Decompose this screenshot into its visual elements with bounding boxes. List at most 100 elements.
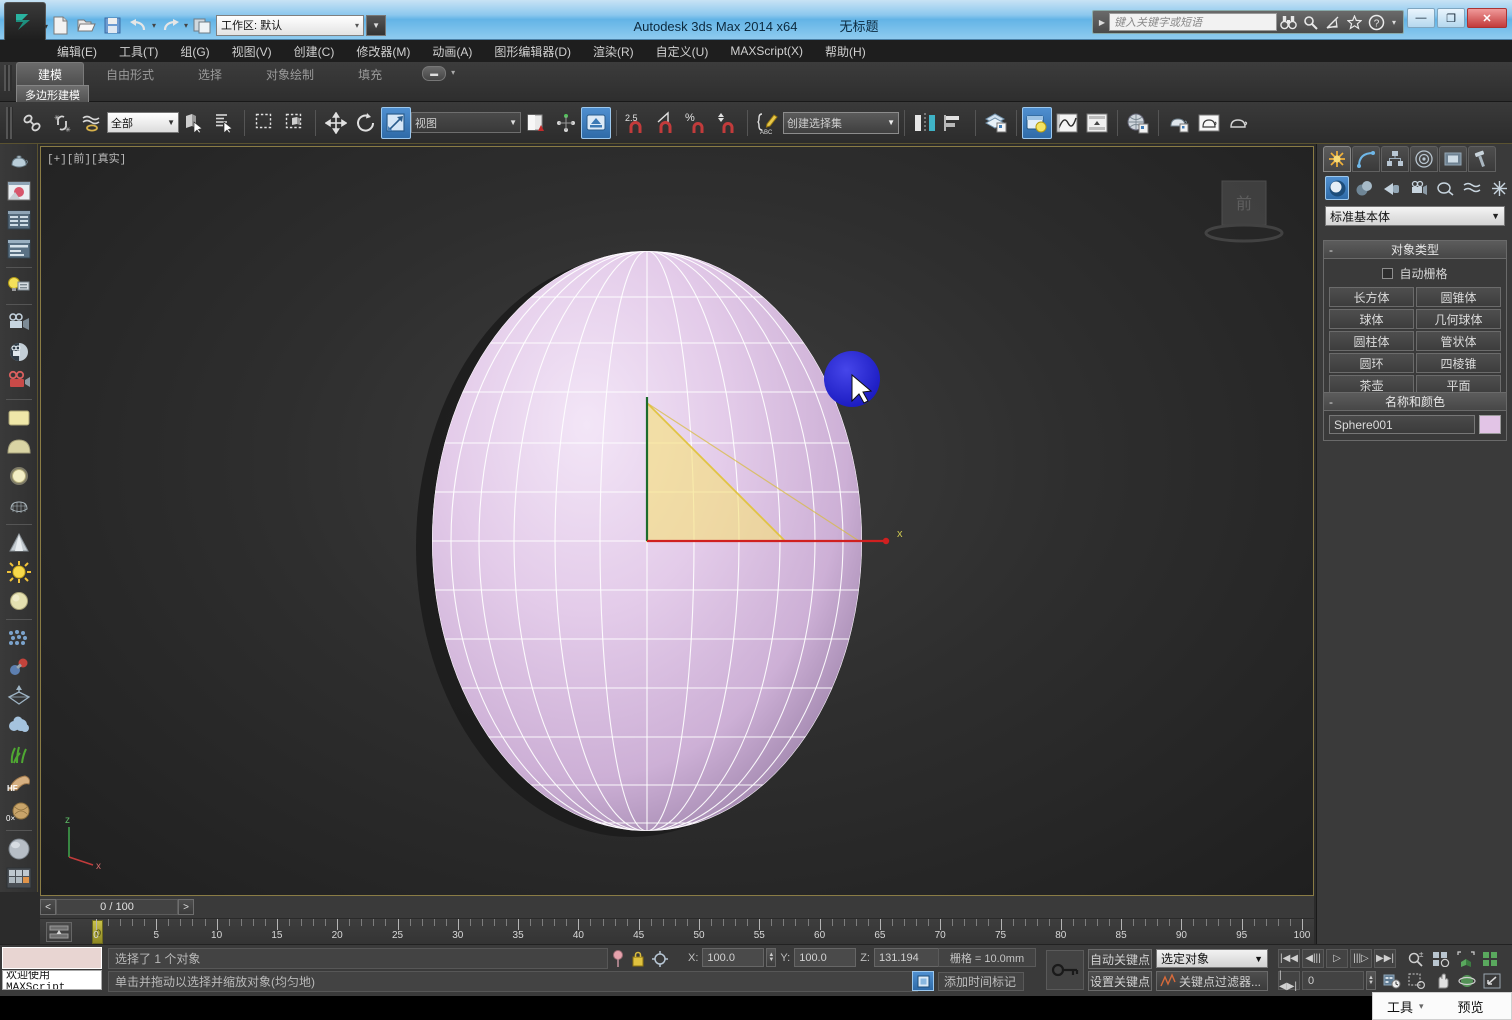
cloud-icon[interactable] <box>3 711 35 739</box>
open-file-icon[interactable] <box>74 13 98 37</box>
curve-editor-icon[interactable] <box>1052 107 1082 139</box>
previous-frame-arrow[interactable]: < <box>40 899 56 915</box>
lights-icon[interactable] <box>1379 176 1403 200</box>
bind-to-spacewarp-icon[interactable] <box>77 107 107 139</box>
time-tag-icon[interactable] <box>912 971 934 991</box>
ribbon-tab-freeform[interactable]: 自由形式 <box>84 62 176 87</box>
deflector-icon[interactable] <box>3 682 35 710</box>
cameras-icon[interactable] <box>1406 176 1430 200</box>
object-name-input[interactable]: Sphere001 <box>1329 415 1475 434</box>
schematic-view-icon[interactable] <box>1082 107 1112 139</box>
wire-teapot-icon[interactable] <box>3 492 35 520</box>
angle-snap-toggle-icon[interactable] <box>652 107 682 139</box>
material-editor-icon[interactable] <box>1022 106 1052 139</box>
create-cone-button[interactable]: 圆锥体 <box>1416 287 1501 307</box>
mirror-icon[interactable] <box>910 107 940 139</box>
tools-chevron-down-icon[interactable]: ▾ <box>1419 1001 1424 1012</box>
layout-panel-icon[interactable] <box>3 235 35 263</box>
help-icon[interactable]: ? <box>1365 12 1387 32</box>
cone-object-icon[interactable] <box>3 529 35 557</box>
menu-item-group[interactable]: 组(G) <box>169 41 220 62</box>
shapes-icon[interactable] <box>1352 176 1376 200</box>
named-selection-sets-dropdown[interactable]: 创建选择集 ▼ <box>783 111 899 134</box>
workspace-dropdown-button[interactable]: ▼ <box>366 14 387 36</box>
time-configuration-icon[interactable] <box>1380 971 1403 990</box>
select-and-rotate-icon[interactable] <box>351 107 381 139</box>
teapot-primitive-icon[interactable] <box>3 148 35 176</box>
current-frame-field[interactable]: 0 <box>1302 971 1364 990</box>
selection-filter-dropdown[interactable]: 全部 ▼ <box>107 112 179 133</box>
select-and-scale-icon[interactable] <box>381 106 411 139</box>
object-type-collapse-icon[interactable]: - <box>1329 243 1333 257</box>
toolbar-grip[interactable] <box>6 106 13 139</box>
redo-icon[interactable] <box>158 13 182 37</box>
zero-particle-icon[interactable]: 0× <box>3 798 35 826</box>
menu-item-animation[interactable]: 动画(A) <box>421 41 483 62</box>
viewport-canvas[interactable]: x z x 前 <box>41 147 1313 895</box>
render-setup-icon[interactable] <box>1123 107 1153 139</box>
use-transform-coordinate-center-icon[interactable] <box>581 106 611 139</box>
key-mode-icon[interactable] <box>1046 950 1084 990</box>
render-iterative-icon[interactable] <box>1164 107 1194 139</box>
autogrid-row[interactable]: 自动栅格 <box>1329 265 1501 282</box>
list-panel-icon[interactable] <box>3 206 35 234</box>
snaps-toggle-icon[interactable]: 2.5 <box>622 107 652 139</box>
particle-array-icon[interactable] <box>3 624 35 652</box>
render-preview-icon[interactable] <box>3 177 35 205</box>
ribbon-tab-object-paint[interactable]: 对象绘制 <box>244 62 336 87</box>
pin-stack-icon[interactable] <box>612 949 624 968</box>
previous-frame-button[interactable]: ◀||| <box>1302 949 1324 968</box>
tools-menu-label[interactable]: 工具 <box>1387 997 1413 1016</box>
favorites-star-icon[interactable] <box>1343 12 1365 32</box>
hair-fur-icon[interactable]: HF <box>3 769 35 797</box>
plane-object-icon[interactable] <box>3 404 35 432</box>
sun-light-icon[interactable] <box>3 558 35 586</box>
create-torus-button[interactable]: 圆环 <box>1329 353 1414 373</box>
zoom-region-icon[interactable] <box>1405 971 1428 990</box>
menu-item-graph-editors[interactable]: 图形编辑器(D) <box>483 41 582 62</box>
reference-coordinate-system-dropdown[interactable]: 视图 ▼ <box>411 112 521 133</box>
dome-object-icon[interactable] <box>3 433 35 461</box>
save-file-icon[interactable] <box>100 13 124 37</box>
x-coordinate-input[interactable]: 100.0 <box>702 948 765 967</box>
zoom-extents-all-icon[interactable] <box>1479 949 1502 968</box>
rendered-frame-window-icon[interactable] <box>1194 107 1224 139</box>
object-color-swatch[interactable] <box>1479 415 1501 434</box>
sphere-glow-icon[interactable] <box>3 462 35 490</box>
render-production-icon[interactable] <box>1224 107 1254 139</box>
selection-list-dropdown[interactable]: 选定对象 ▼ <box>1156 949 1268 968</box>
create-tab[interactable] <box>1323 146 1351 172</box>
y-coordinate-input[interactable]: 100.0 <box>794 948 857 967</box>
select-and-link-icon[interactable] <box>17 107 47 139</box>
add-time-tag-label[interactable]: 添加时间标记 <box>938 971 1024 991</box>
redo-dropdown-icon[interactable]: ▾ <box>184 21 188 30</box>
set-project-folder-icon[interactable] <box>190 13 214 37</box>
maximize-button[interactable]: ❐ <box>1437 8 1465 28</box>
play-animation-button[interactable]: ▷ <box>1326 949 1348 968</box>
x-coordinate-spinner[interactable]: ▲ ▼ <box>766 948 777 967</box>
set-key-button[interactable]: 设置关键点 <box>1088 971 1152 991</box>
create-cylinder-button[interactable]: 圆柱体 <box>1329 331 1414 351</box>
video-camera-icon[interactable] <box>3 367 35 395</box>
next-frame-arrow[interactable]: > <box>178 899 194 915</box>
name-and-color-rollout-header[interactable]: - 名称和颜色 <box>1324 393 1506 411</box>
new-file-icon[interactable] <box>48 13 72 37</box>
ribbon-minimize-icon[interactable]: ▬ <box>422 66 447 81</box>
ribbon-chevron-down-icon[interactable]: ▾ <box>451 68 455 77</box>
menu-item-views[interactable]: 视图(V) <box>221 41 283 62</box>
geometry-icon[interactable] <box>1325 176 1349 200</box>
search-input[interactable]: 键入关键字或短语 <box>1109 13 1277 31</box>
next-frame-button[interactable]: |||▷ <box>1350 949 1372 968</box>
helpers-icon[interactable] <box>1433 176 1457 200</box>
infocenter-expand-icon[interactable]: ▶ <box>1095 18 1109 27</box>
edit-named-selection-sets-icon[interactable]: ABC <box>753 107 783 139</box>
systems-icon[interactable] <box>1487 176 1511 200</box>
open-mini-curve-editor-icon[interactable] <box>46 922 72 942</box>
display-tab[interactable] <box>1439 146 1467 172</box>
workspace-selector[interactable]: 工作区: 默认 ▾ <box>216 14 365 36</box>
percent-snap-toggle-icon[interactable]: % <box>682 107 712 139</box>
ribbon-grip[interactable] <box>4 65 12 91</box>
orbit-icon[interactable] <box>1455 971 1478 990</box>
ribbon-tab-populate[interactable]: 填充 <box>336 62 404 87</box>
atom-icon[interactable] <box>3 653 35 681</box>
